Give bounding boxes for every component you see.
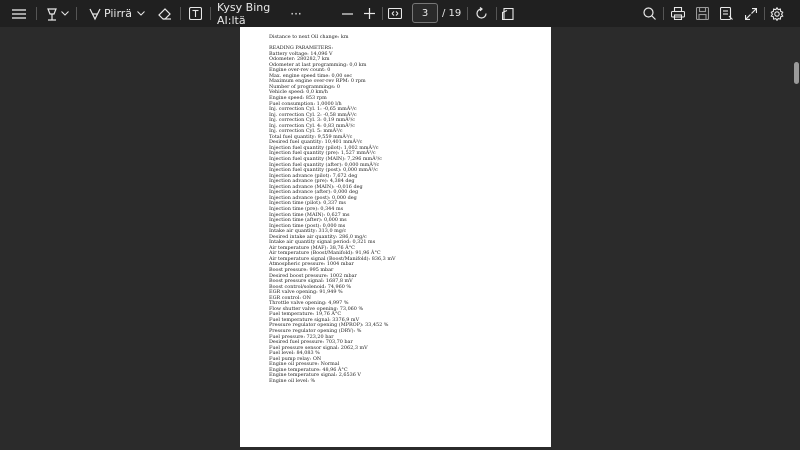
page-text: Distance to next Oil change: km READING … (269, 34, 539, 384)
toolbar-separator (764, 7, 765, 20)
draw-button[interactable]: Piirrä (103, 0, 133, 27)
page-number-input[interactable] (414, 7, 436, 19)
save-as-icon[interactable] (717, 0, 735, 27)
page-number-box[interactable] (412, 3, 438, 23)
toolbar-separator (210, 7, 211, 20)
more-options-label: ··· (290, 6, 302, 21)
ask-bing-ai-button[interactable]: Kysy Bing AI:ltä (217, 0, 279, 27)
fit-page-icon[interactable] (386, 0, 404, 27)
ask-bing-ai-label: Kysy Bing AI:ltä (217, 0, 271, 27)
zoom-in-icon[interactable] (360, 0, 378, 27)
parameter-line: Engine oil level: % (269, 377, 316, 384)
draw-pen-icon[interactable] (86, 0, 104, 27)
more-options-button[interactable]: ··· (287, 0, 305, 27)
toolbar-separator (663, 7, 664, 20)
search-icon[interactable] (640, 0, 658, 27)
toolbar-separator (496, 7, 497, 20)
scrollbar-thumb[interactable] (794, 62, 799, 84)
draw-chevron-down-icon[interactable] (136, 0, 146, 27)
page-view-icon[interactable] (500, 0, 518, 27)
zoom-out-icon[interactable] (338, 0, 356, 27)
fullscreen-icon[interactable] (742, 0, 760, 27)
rotate-icon[interactable] (472, 0, 490, 27)
draw-label: Piirrä (103, 7, 133, 20)
toolbar-separator (467, 7, 468, 20)
text-box-icon[interactable] (186, 0, 204, 27)
toolbar-separator (180, 7, 181, 20)
page-total: / 19 (442, 8, 462, 19)
eraser-icon[interactable] (156, 0, 174, 27)
print-icon[interactable] (669, 0, 687, 27)
toc-list-icon[interactable] (8, 0, 30, 27)
pdf-page: Distance to next Oil change: km READING … (240, 27, 551, 447)
save-icon[interactable] (693, 0, 711, 27)
toolbar-separator (36, 7, 37, 20)
toolbar-separator (382, 7, 383, 20)
toolbar-separator (76, 7, 77, 20)
highlight-chevron-down-icon[interactable] (60, 0, 70, 27)
settings-gear-icon[interactable] (768, 0, 786, 27)
vertical-scrollbar[interactable] (792, 27, 800, 450)
pdf-toolbar: Piirrä Kysy Bing AI:ltä ··· / 19 (0, 0, 800, 27)
highlight-icon[interactable] (42, 0, 62, 27)
